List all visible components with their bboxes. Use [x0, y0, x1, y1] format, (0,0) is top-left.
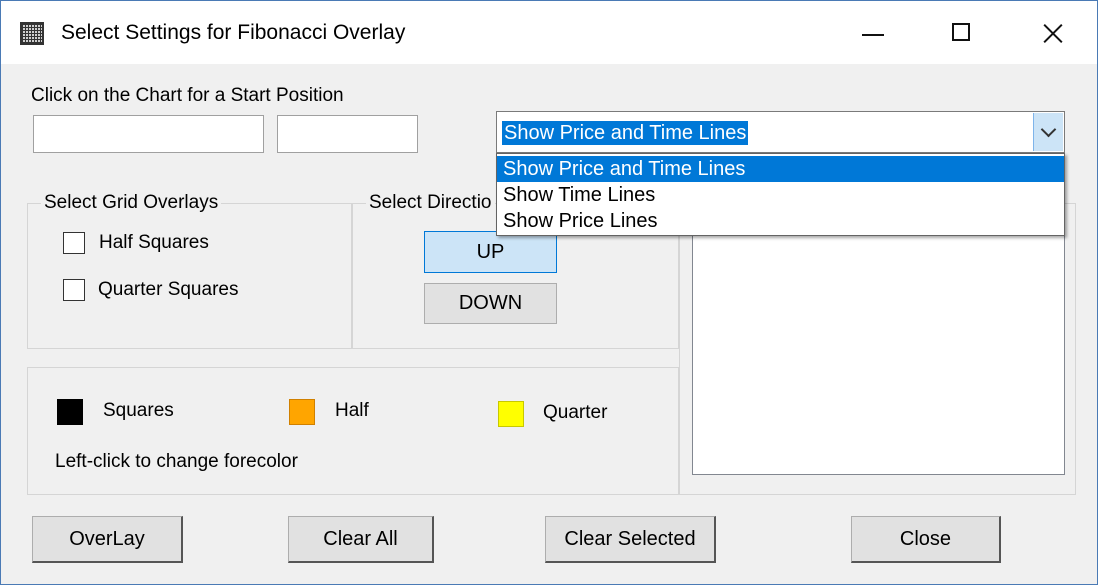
half-squares-label[interactable]: Half Squares — [99, 232, 209, 254]
close-window-button[interactable] — [1005, 1, 1097, 64]
window-title: Select Settings for Fibonacci Overlay — [61, 21, 406, 44]
colors-group — [27, 367, 679, 495]
grid-overlays-title: Select Grid Overlays — [41, 192, 222, 214]
squares-color-swatch[interactable] — [57, 399, 83, 425]
start-x-input[interactable] — [33, 115, 264, 153]
minimize-button[interactable] — [827, 1, 919, 64]
quarter-color-swatch[interactable] — [498, 401, 524, 427]
fibonacci-settings-dialog: Select Settings for Fibonacci Overlay Cl… — [0, 0, 1098, 585]
maximize-button[interactable] — [917, 1, 1009, 64]
dropdown-option-price-lines[interactable]: Show Price Lines — [497, 208, 1064, 234]
title-bar[interactable]: Select Settings for Fibonacci Overlay — [1, 1, 1097, 64]
chevron-down-icon[interactable] — [1033, 113, 1063, 151]
half-color-swatch[interactable] — [289, 399, 315, 425]
clear-all-button[interactable]: Clear All — [288, 516, 434, 563]
close-button[interactable]: Close — [851, 516, 1001, 563]
down-button[interactable]: DOWN — [424, 283, 557, 324]
squares-color-label: Squares — [103, 400, 174, 421]
half-color-label: Half — [335, 400, 369, 421]
quarter-color-label: Quarter — [543, 402, 608, 423]
line-mode-selected-value: Show Price and Time Lines — [502, 121, 749, 145]
start-position-label: Click on the Chart for a Start Position — [31, 85, 344, 106]
start-y-input[interactable] — [277, 115, 418, 153]
clear-selected-button[interactable]: Clear Selected — [545, 516, 716, 563]
up-button[interactable]: UP — [424, 231, 557, 273]
overlay-listbox[interactable] — [692, 198, 1065, 475]
forecolor-hint: Left-click to change forecolor — [55, 451, 298, 472]
quarter-squares-label[interactable]: Quarter Squares — [98, 279, 238, 301]
dropdown-option-time-lines[interactable]: Show Time Lines — [497, 182, 1064, 208]
line-mode-combobox[interactable]: Show Price and Time Lines — [496, 111, 1065, 153]
line-mode-dropdown: Show Price and Time Lines Show Time Line… — [496, 153, 1065, 236]
quarter-squares-checkbox[interactable] — [63, 279, 85, 301]
grid-window-icon — [20, 22, 44, 45]
half-squares-checkbox[interactable] — [63, 232, 85, 254]
direction-title: Select Directio — [366, 192, 495, 214]
dropdown-option-price-and-time[interactable]: Show Price and Time Lines — [497, 156, 1064, 182]
overlay-button[interactable]: OverLay — [32, 516, 183, 563]
grid-overlays-group — [27, 203, 352, 349]
